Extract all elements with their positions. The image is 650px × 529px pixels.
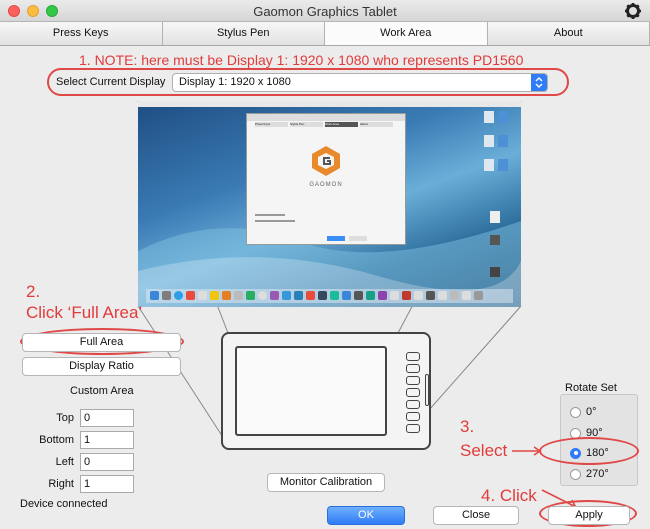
preview-dialog: Press Keys Stylus Pen Work Area About GA… — [246, 113, 406, 245]
right-field[interactable]: 1 — [80, 475, 134, 493]
ok-button[interactable]: OK — [327, 506, 405, 525]
right-label: Right — [48, 478, 74, 490]
annotation-step4-text: 4. Click — [481, 486, 537, 505]
annotation-step2-text: Click ‘Full Area’ — [26, 303, 143, 322]
annotation-step3-number: 3. — [460, 417, 475, 436]
left-field[interactable]: 0 — [80, 453, 134, 471]
bottom-label: Bottom — [39, 434, 74, 446]
close-button[interactable]: Close — [433, 506, 519, 525]
annotation-step3-text: Select — [460, 441, 508, 460]
apply-button[interactable]: Apply — [548, 506, 630, 525]
tablet-express-keys — [406, 352, 420, 433]
top-field[interactable]: 0 — [80, 409, 134, 427]
custom-area-title: Custom Area — [70, 385, 134, 397]
top-label: Top — [56, 412, 74, 424]
radio-selected-icon[interactable] — [570, 447, 581, 459]
annotation-step2-number: 2. — [26, 282, 41, 301]
left-label: Left — [55, 456, 74, 468]
tablet-drawing — [221, 332, 431, 450]
radio-icon[interactable] — [570, 406, 581, 418]
monitor-calibration-button[interactable]: Monitor Calibration — [267, 473, 385, 492]
rotate-set-title: Rotate Set — [565, 382, 617, 394]
preview-logo-text: GAOMON — [309, 182, 343, 188]
rotate-option-0[interactable]: 0° — [570, 406, 597, 418]
rotate-option-180[interactable]: 180° — [570, 447, 609, 459]
arrow-right-icon — [512, 446, 542, 456]
gaomon-logo-icon — [312, 146, 340, 176]
status-text: Device connected — [20, 498, 108, 510]
menu-bar-preview — [138, 101, 521, 107]
preview-dialog-tabs: Press Keys Stylus Pen Work Area About — [255, 122, 393, 127]
screen-preview: Press Keys Stylus Pen Work Area About GA… — [138, 101, 521, 307]
dock-preview — [146, 289, 513, 303]
rotate-option-270[interactable]: 270° — [570, 468, 609, 480]
display-ratio-button[interactable]: Display Ratio — [22, 357, 181, 376]
bottom-field[interactable]: 1 — [80, 431, 134, 449]
tablet-active-area — [235, 346, 387, 436]
full-area-button[interactable]: Full Area — [22, 333, 181, 352]
radio-icon[interactable] — [570, 468, 581, 480]
